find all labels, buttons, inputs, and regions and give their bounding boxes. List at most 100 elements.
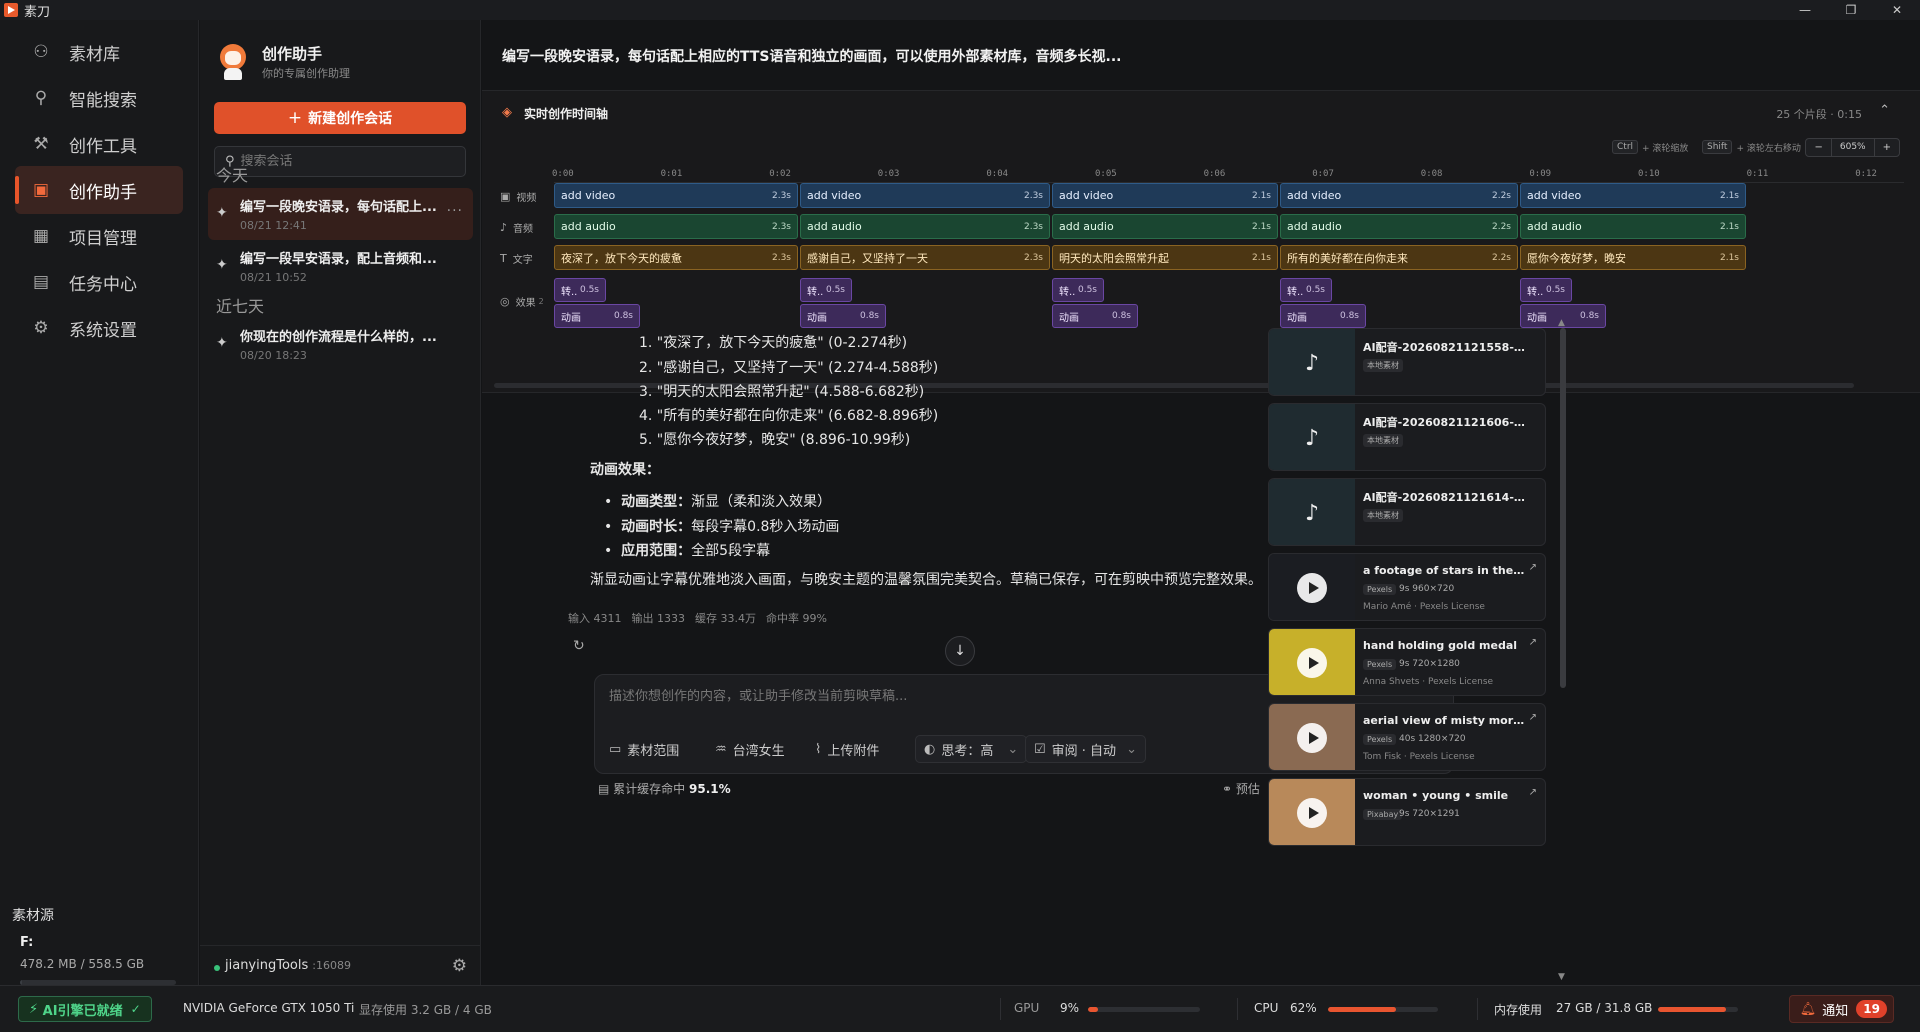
audio-asset-card[interactable]: ♪ AI配音-20260821121558-569f26.... 本地素材 — [1268, 328, 1546, 396]
summary-text: 渐显动画让字幕优雅地淡入画面，与晚安主题的温馨氛围完美契合。草稿已保存，可在剪映… — [590, 572, 1262, 588]
video-clip[interactable]: add video 2.1s — [1052, 183, 1278, 208]
play-icon[interactable] — [1297, 573, 1327, 603]
nav-item-assets[interactable]: ⚇ 素材库 — [15, 28, 183, 76]
video-clip[interactable]: add video 2.2s — [1280, 183, 1518, 208]
conversation-title: 编写一段晚安语录，每句话配上相应的TTS语音和独立的画面，可以使用外部素材库，音… — [502, 49, 1122, 65]
token-stats: 输入 4311 输出 1333 缓存 33.4万 命中率 99% — [568, 612, 827, 625]
asset-credit: Mario Amé · Pexels License — [1363, 602, 1485, 612]
nav-item-tools[interactable]: ⚒ 创作工具 — [15, 120, 183, 168]
external-link-icon[interactable]: ↗ — [1529, 712, 1537, 723]
video-clip[interactable]: add video 2.1s — [1520, 183, 1746, 208]
session-search-input[interactable] — [240, 154, 461, 169]
transition-effect-clip[interactable]: 转.. 0.5s — [800, 278, 852, 302]
bullet-item: • 动画类型：渐显（柔和淡入效果） — [604, 494, 832, 510]
review-mode-select[interactable]: ☑ 审阅 · 自动 ⌄ — [1025, 735, 1146, 763]
video-asset-card[interactable]: aerial view of misty morning sun... Pexel… — [1268, 703, 1546, 771]
video-asset-card[interactable]: woman • young • smile Pixabay 9s 720×1291 ↗ — [1268, 778, 1546, 846]
animation-effect-clip[interactable]: 动画 0.8s — [1052, 304, 1138, 328]
sparkle-icon: ✦ — [216, 335, 228, 351]
minimize-button[interactable]: — — [1782, 0, 1828, 20]
text-clip[interactable]: 明天的太阳会照常升起 2.1s — [1052, 245, 1278, 270]
scroll-thumb — [1560, 328, 1566, 688]
voice-select-button[interactable]: ♒ 台湾女生 — [715, 735, 785, 763]
ruler-tick: 0:09 — [1529, 169, 1552, 179]
audio-clip[interactable]: add audio 2.1s — [1052, 214, 1278, 239]
play-icon[interactable] — [1297, 798, 1327, 828]
video-asset-card[interactable]: a footage of stars in the sky Pexels 9s 96… — [1268, 553, 1546, 621]
play-icon[interactable] — [1297, 723, 1327, 753]
thinking-level-select[interactable]: ◐ 思考：高 ⌄ — [915, 735, 1028, 763]
transition-effect-clip[interactable]: 转.. 0.5s — [1520, 278, 1572, 302]
asset-source-tag: 本地素材 — [1363, 434, 1403, 447]
asset-title: hand holding gold medal — [1363, 639, 1518, 652]
nav-item-smart-search[interactable]: ⚲ 智能搜索 — [15, 74, 183, 122]
track-label-fx: ◎ 效果 2 — [500, 295, 544, 309]
text-clip[interactable]: 愿你今夜好梦，晚安 2.1s — [1520, 245, 1746, 270]
asset-scrollbar[interactable]: ▲ ▼ — [1558, 318, 1568, 983]
gpu-label: GPU — [1014, 1001, 1040, 1015]
play-icon[interactable] — [1297, 648, 1327, 678]
ruler-tick: 0:10 — [1638, 169, 1660, 179]
retry-icon[interactable]: ↻ — [573, 638, 585, 654]
new-session-button[interactable]: + 新建创作会话 — [214, 102, 466, 134]
video-asset-card[interactable]: hand holding gold medal Pexels 9s 720×1280… — [1268, 628, 1546, 696]
zoom-out-button[interactable]: − — [1806, 139, 1830, 156]
restore-button[interactable]: ❐ — [1828, 0, 1874, 20]
audio-clip[interactable]: add audio 2.1s — [1520, 214, 1746, 239]
session-item[interactable]: ✦ 编写一段晚安语录，每句话配上... 08/21 12:41 ··· — [208, 188, 473, 240]
chat-line: 4. "所有的美好都在向你走来" (6.682-8.896秒) — [639, 408, 939, 424]
notifications-button[interactable]: 🔔︎ 通知 19 — [1788, 995, 1894, 1023]
asset-title: aerial view of misty morning sun... — [1363, 714, 1525, 727]
text-clip[interactable]: 感谢自己，又坚持了一天 2.3s — [800, 245, 1050, 270]
text-clip[interactable]: 所有的美好都在向你走来 2.2s — [1280, 245, 1518, 270]
timeline-title: 实时创作时间轴 — [524, 107, 609, 121]
upload-attachment-button[interactable]: ⌇ 上传附件 — [815, 735, 879, 763]
animation-effect-clip[interactable]: 动画 0.8s — [554, 304, 640, 328]
video-clip[interactable]: add video 2.3s — [800, 183, 1050, 208]
group-week: 近七天 — [216, 297, 265, 316]
video-clip[interactable]: add video 2.3s — [554, 183, 798, 208]
nav-item-tasks[interactable]: ▤ 任务中心 — [15, 258, 183, 306]
session-search[interactable]: ⚲ — [214, 146, 466, 177]
session-title: 编写一段早安语录，配上音频和... — [240, 252, 437, 267]
session-item[interactable]: ✦ 你现在的创作流程是什么样的，... 08/20 18:23 — [208, 318, 473, 370]
online-status-icon — [214, 965, 220, 971]
close-button[interactable]: ✕ — [1874, 0, 1920, 20]
music-note-icon: ♪ — [1269, 479, 1355, 545]
audio-asset-card[interactable]: ♪ AI配音-20260821121606-f6d301.... 本地素材 — [1268, 403, 1546, 471]
transition-effect-clip[interactable]: 转.. 0.5s — [1052, 278, 1104, 302]
external-link-icon[interactable]: ↗ — [1529, 637, 1537, 648]
asset-scope-button[interactable]: ▭ 素材范围 — [609, 735, 679, 763]
session-panel: 创作助手 你的专属创作助理 + 新建创作会话 ⚲ 今天 ✦ 编写一段晚安语录，每… — [200, 20, 481, 985]
transition-effect-clip[interactable]: 转.. 0.5s — [554, 278, 606, 302]
zoom-in-button[interactable]: + — [1875, 139, 1899, 156]
nav-item-assistant[interactable]: ▣ 创作助手 — [15, 166, 183, 214]
nav-item-settings[interactable]: ⚙ 系统设置 — [15, 304, 183, 352]
nav-item-projects[interactable]: ▦ 项目管理 — [15, 212, 183, 260]
audio-clip[interactable]: add audio 2.3s — [554, 214, 798, 239]
session-item[interactable]: ✦ 编写一段早安语录，配上音频和... 08/21 10:52 — [208, 240, 473, 292]
chat-line: 3. "明天的太阳会照常升起" (4.588-6.682秒) — [639, 384, 925, 400]
external-link-icon[interactable]: ↗ — [1529, 562, 1537, 573]
animation-effect-clip[interactable]: 动画 0.8s — [800, 304, 886, 328]
connection-user: jianyingTools:16089 — [225, 958, 351, 973]
audio-clip[interactable]: add audio 2.3s — [800, 214, 1050, 239]
ai-engine-status[interactable]: ⚡ AI引擎已就绪 ✓ — [18, 996, 152, 1022]
cluster-icon: ⚇ — [33, 42, 49, 62]
session-date: 08/20 18:23 — [240, 349, 307, 362]
asset-source-tag: Pexels — [1363, 584, 1397, 595]
bell-icon: 🔔︎ — [1799, 1001, 1817, 1017]
text-clip[interactable]: 夜深了，放下今天的疲惫 2.3s — [554, 245, 798, 270]
transition-effect-clip[interactable]: 转.. 0.5s — [1280, 278, 1332, 302]
asset-title: AI配音-20260821121558-569f26.... — [1363, 341, 1525, 354]
divider — [1477, 998, 1478, 1020]
more-icon[interactable]: ··· — [447, 203, 463, 219]
settings-gear-icon[interactable]: ⚙ — [452, 956, 467, 976]
scroll-down-button[interactable]: ↓ — [945, 636, 975, 666]
cpu-value: 62% — [1290, 1001, 1317, 1015]
audio-asset-card[interactable]: ♪ AI配音-20260821121614-7beab5.... 本地素材 — [1268, 478, 1546, 546]
nav-item-label: 创作工具 — [69, 136, 137, 157]
external-link-icon[interactable]: ↗ — [1529, 787, 1537, 798]
collapse-icon[interactable]: ⌃ — [1879, 103, 1890, 118]
audio-clip[interactable]: add audio 2.2s — [1280, 214, 1518, 239]
